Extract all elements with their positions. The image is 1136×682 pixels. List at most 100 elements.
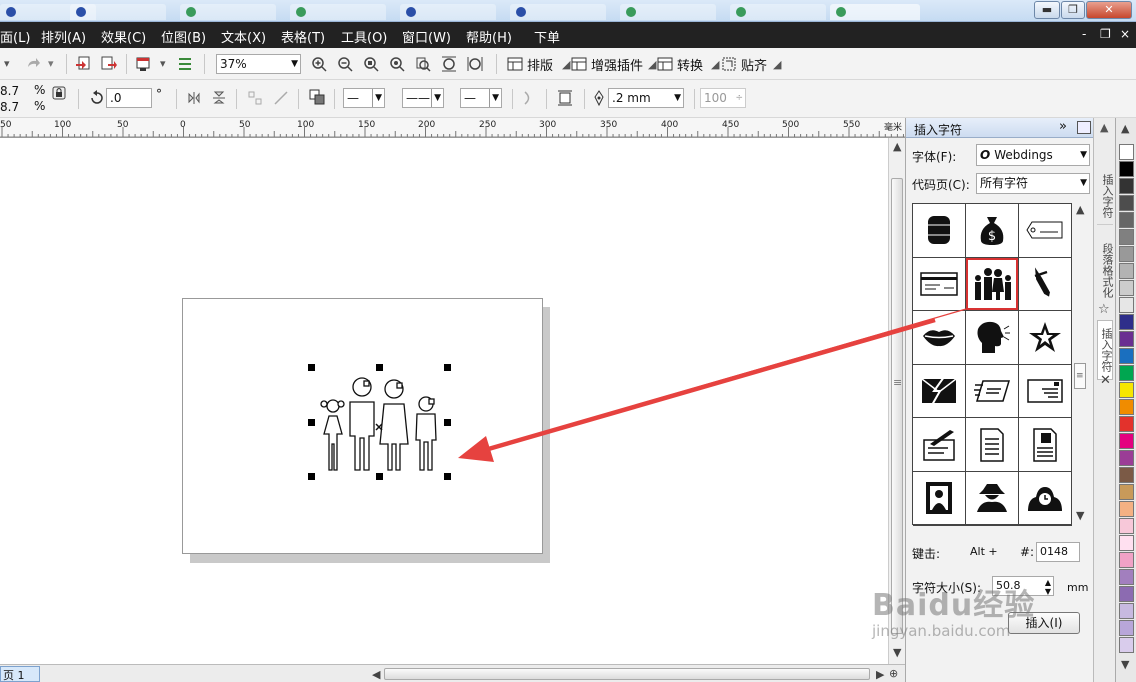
glyph-cell[interactable] xyxy=(913,257,966,312)
color-swatch[interactable] xyxy=(1119,229,1134,245)
color-swatch[interactable] xyxy=(1119,297,1134,313)
selection-handle[interactable] xyxy=(444,473,451,480)
color-swatch[interactable] xyxy=(1119,144,1134,160)
scroll-left-icon[interactable]: ◀ xyxy=(372,668,380,681)
convert-plugin-label[interactable]: 转换 xyxy=(677,55,703,74)
color-swatch[interactable] xyxy=(1119,195,1134,211)
text-wrap-icon[interactable] xyxy=(520,89,538,107)
menu-item-layout[interactable]: 面(L) xyxy=(0,27,30,46)
taskbar-tab[interactable] xyxy=(730,4,826,20)
selection-handle[interactable] xyxy=(308,364,315,371)
glyph-cell[interactable]: $ xyxy=(966,204,1019,258)
glyph-cell[interactable] xyxy=(913,311,966,365)
glyph-cell[interactable] xyxy=(966,311,1019,365)
color-swatch[interactable] xyxy=(1119,212,1134,228)
zoom-in-icon[interactable] xyxy=(310,55,328,73)
menu-item-arrange[interactable]: 排列(A) xyxy=(41,27,86,46)
horizontal-ruler[interactable]: 50 100 50 0 50 100 150 200 250 300 350 4… xyxy=(0,118,905,138)
color-swatch[interactable] xyxy=(1119,161,1134,177)
doc-close-button[interactable]: × xyxy=(1120,27,1130,41)
selection-handle[interactable] xyxy=(444,364,451,371)
codepage-select[interactable]: 所有字符 ▼ xyxy=(976,173,1090,194)
zoom-page-icon[interactable] xyxy=(414,55,432,73)
color-swatch[interactable] xyxy=(1119,399,1134,415)
selection-handle[interactable] xyxy=(376,364,383,371)
restore-window-button[interactable]: ❐ xyxy=(1061,1,1085,19)
scroll-down-icon[interactable]: ▼ xyxy=(893,646,901,659)
glyph-cell[interactable] xyxy=(913,471,966,526)
convert-to-curves-icon[interactable] xyxy=(308,88,326,106)
color-swatch[interactable] xyxy=(1119,467,1134,483)
selection-handle[interactable] xyxy=(444,419,451,426)
doc-restore-button[interactable]: ❐ xyxy=(1100,27,1111,41)
glyph-cell[interactable] xyxy=(1019,257,1072,312)
selection-handle[interactable] xyxy=(376,473,383,480)
glyph-cell[interactable] xyxy=(1019,418,1072,472)
disabled-value-input[interactable]: 100 ÷ xyxy=(700,88,746,108)
char-code-input[interactable]: 0148 xyxy=(1036,542,1080,562)
color-swatch[interactable] xyxy=(1119,416,1134,432)
publish-icon[interactable] xyxy=(134,55,152,73)
docker-tab-insert-character[interactable]: 插入字符 xyxy=(1097,320,1113,380)
zoom-level-select[interactable]: 37% ▼ xyxy=(216,54,301,74)
layout-plugin-icon[interactable] xyxy=(506,55,524,73)
align-icon[interactable] xyxy=(246,89,264,107)
menu-item-tools[interactable]: 工具(O) xyxy=(341,27,387,46)
zoom-width-icon[interactable] xyxy=(440,55,458,73)
color-swatch[interactable] xyxy=(1119,263,1134,279)
color-swatch[interactable] xyxy=(1119,603,1134,619)
mirror-vertical-icon[interactable] xyxy=(210,89,228,107)
font-select[interactable]: O Webdings ▼ xyxy=(976,144,1090,166)
scale-y-input[interactable]: 8.7 xyxy=(0,100,19,114)
color-swatch[interactable] xyxy=(1119,586,1134,602)
scroll-up-icon[interactable]: ▲ xyxy=(1100,121,1108,134)
character-grid[interactable]: $ xyxy=(912,203,1072,526)
glyph-cell[interactable] xyxy=(966,418,1019,472)
menu-item-table[interactable]: 表格(T) xyxy=(281,27,325,46)
menu-item-window[interactable]: 窗口(W) xyxy=(402,27,451,46)
glyph-cell[interactable] xyxy=(966,471,1019,526)
glyph-cell[interactable] xyxy=(1019,204,1072,258)
color-swatch[interactable] xyxy=(1119,433,1134,449)
color-swatch[interactable] xyxy=(1119,569,1134,585)
page-tab[interactable]: 页 1 xyxy=(0,666,40,682)
color-swatch[interactable] xyxy=(1119,382,1134,398)
glyph-cell[interactable] xyxy=(913,204,966,258)
chevron-down-icon[interactable]: ◢ xyxy=(773,58,781,71)
menu-item-effects[interactable]: 效果(C) xyxy=(101,27,146,46)
glyph-cell[interactable] xyxy=(966,364,1019,419)
line-end-select[interactable]: — ▼ xyxy=(460,88,502,108)
vertical-scroll-thumb[interactable] xyxy=(891,178,903,634)
family-glyph-object[interactable] xyxy=(316,372,444,474)
taskbar-tab[interactable] xyxy=(510,4,606,20)
publish-dropdown-icon[interactable]: ▾ xyxy=(160,57,166,70)
snap-label[interactable]: 贴齐 xyxy=(741,55,767,74)
zoom-height-icon[interactable] xyxy=(466,55,484,73)
color-swatch[interactable] xyxy=(1119,501,1134,517)
glyph-cell[interactable] xyxy=(913,364,966,419)
redo-dropdown-icon[interactable]: ▾ xyxy=(48,57,54,70)
selection-handle[interactable] xyxy=(308,473,315,480)
palette-scroll-up-icon[interactable]: ▲ xyxy=(1121,122,1129,135)
color-swatch[interactable] xyxy=(1119,450,1134,466)
glyph-cell[interactable] xyxy=(1019,471,1072,526)
color-swatch[interactable] xyxy=(1119,484,1134,500)
glyph-cell[interactable] xyxy=(1019,311,1072,365)
menu-item-bitmaps[interactable]: 位图(B) xyxy=(161,27,206,46)
layout-plugin-label[interactable]: 排版 xyxy=(527,55,553,74)
color-swatch[interactable] xyxy=(1119,620,1134,636)
menu-item-help[interactable]: 帮助(H) xyxy=(466,27,512,46)
drawing-canvas[interactable] xyxy=(0,138,888,664)
color-swatch[interactable] xyxy=(1119,280,1134,296)
taskbar-tab[interactable] xyxy=(290,4,386,20)
color-swatch[interactable] xyxy=(1119,348,1134,364)
minimize-window-button[interactable]: ▬ xyxy=(1034,1,1060,19)
color-swatch[interactable] xyxy=(1119,518,1134,534)
palette-scroll-down-icon[interactable]: ▼ xyxy=(1121,658,1129,671)
color-swatch[interactable] xyxy=(1119,535,1134,551)
taskbar-tab[interactable] xyxy=(400,4,496,20)
undo-dropdown-icon[interactable]: ▾ xyxy=(4,57,10,70)
line-start-select[interactable]: — ▼ xyxy=(343,88,385,108)
close-window-button[interactable]: ✕ xyxy=(1086,1,1132,19)
zoom-navigator-icon[interactable]: ⊕ xyxy=(889,667,898,680)
